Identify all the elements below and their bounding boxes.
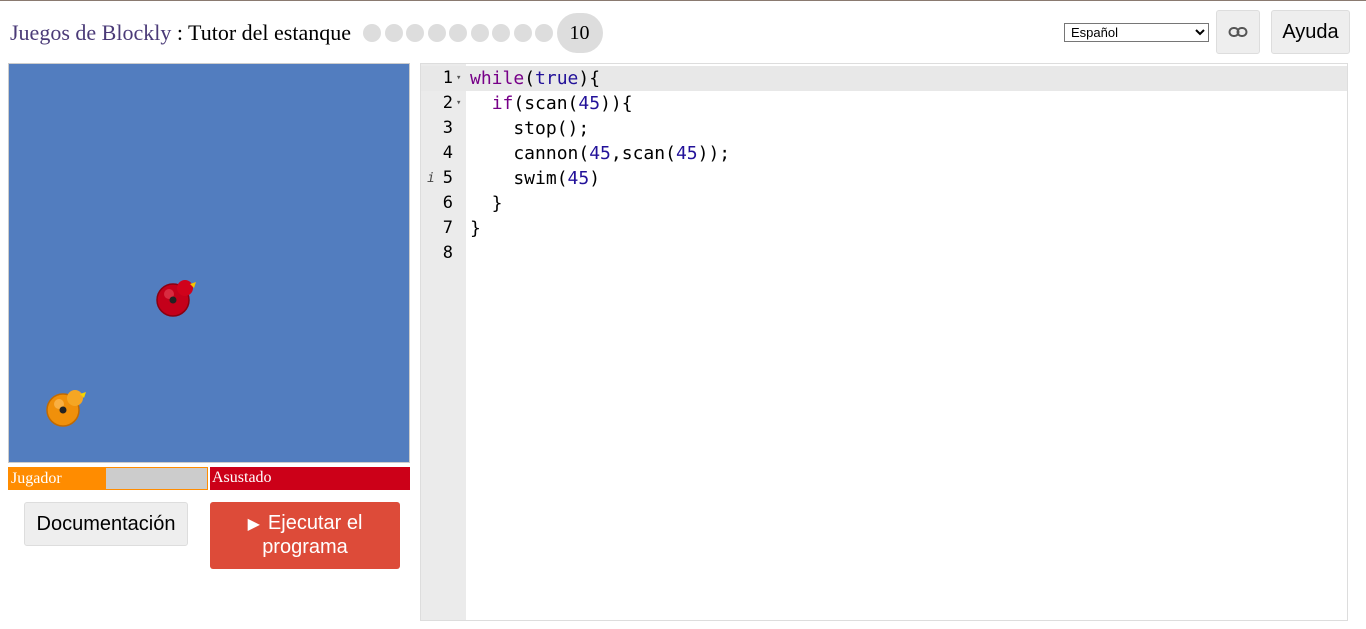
code-text[interactable]: swim(45)	[470, 166, 600, 191]
line-number: 8	[442, 243, 453, 263]
run-label-line1: Ejecutar el	[267, 512, 363, 534]
line-number: 4	[442, 143, 453, 163]
header: Juegos de Blockly : Tutor del estanque 1…	[10, 13, 603, 53]
level-dot[interactable]	[492, 24, 510, 42]
page-title: Juegos de Blockly : Tutor del estanque	[10, 20, 351, 46]
level-dot[interactable]	[449, 24, 467, 42]
fold-arrow-icon[interactable]: ▾	[456, 91, 461, 116]
language-select[interactable]: Español	[1064, 23, 1209, 42]
run-program-button[interactable]: ▶ Ejecutar el programa	[210, 502, 400, 569]
level-dot[interactable]	[363, 24, 381, 42]
code-line[interactable]: 7 }	[421, 216, 1347, 241]
current-level[interactable]: 10	[556, 13, 603, 53]
code-text[interactable]: if(scan(45)){	[470, 91, 633, 116]
pond-canvas	[8, 63, 410, 463]
level-dot[interactable]	[513, 24, 532, 42]
level-dot[interactable]	[535, 24, 553, 42]
line-number: 7	[442, 218, 453, 238]
documentation-button[interactable]: Documentación	[24, 502, 188, 546]
level-selector: 10	[363, 13, 603, 53]
code-text[interactable]: }	[470, 216, 481, 241]
opponent-name: Asustado	[212, 469, 272, 486]
line-number: 6	[442, 193, 453, 213]
code-line[interactable]: 1 ▾ while(true){	[421, 66, 1347, 91]
code-line[interactable]: 2 ▾ if(scan(45)){	[421, 91, 1347, 116]
level-dot[interactable]	[406, 24, 424, 42]
orange-duck-avatar	[46, 390, 86, 427]
code-text[interactable]: }	[470, 191, 503, 216]
code-editor[interactable]: 1 ▾ while(true){ 2 ▾ if(scan(45)){ 3 sto…	[420, 63, 1348, 621]
code-line[interactable]: 4 cannon(45,scan(45));	[421, 141, 1347, 166]
tutor-title: Tutor del estanque	[188, 20, 351, 45]
code-line[interactable]: 3 stop();	[421, 116, 1347, 141]
line-number: 5	[442, 168, 453, 188]
code-text[interactable]: while(true){	[470, 66, 600, 91]
level-dot[interactable]	[470, 24, 489, 42]
code-text[interactable]: cannon(45,scan(45));	[470, 141, 730, 166]
fold-arrow-icon[interactable]: ▾	[456, 66, 461, 91]
level-dot[interactable]	[384, 24, 403, 42]
link-button[interactable]	[1216, 10, 1260, 54]
red-duck-avatar	[156, 280, 196, 317]
run-program-label: ▶ Ejecutar el programa	[248, 512, 363, 559]
health-bars: Jugador Asustado	[8, 467, 410, 490]
line-number: 2	[442, 93, 453, 113]
run-label-line2: programa	[262, 536, 348, 558]
code-line[interactable]: i 5 swim(45)	[421, 166, 1347, 191]
level-dot[interactable]	[427, 24, 446, 42]
code-line[interactable]: 6 }	[421, 191, 1347, 216]
play-icon: ▶	[247, 516, 260, 533]
link-icon	[1228, 27, 1248, 37]
player-name: Jugador	[11, 470, 62, 487]
opponent-health-bar: Asustado	[210, 467, 410, 490]
code-line[interactable]: 8	[421, 241, 1347, 266]
player-health-bar: Jugador	[8, 467, 208, 490]
games-link[interactable]: Juegos de Blockly	[10, 20, 171, 45]
line-number: 3	[442, 118, 453, 138]
title-separator: :	[171, 20, 189, 45]
help-button[interactable]: Ayuda	[1271, 10, 1350, 54]
line-number: 1	[442, 68, 453, 88]
code-text[interactable]: stop();	[470, 116, 589, 141]
